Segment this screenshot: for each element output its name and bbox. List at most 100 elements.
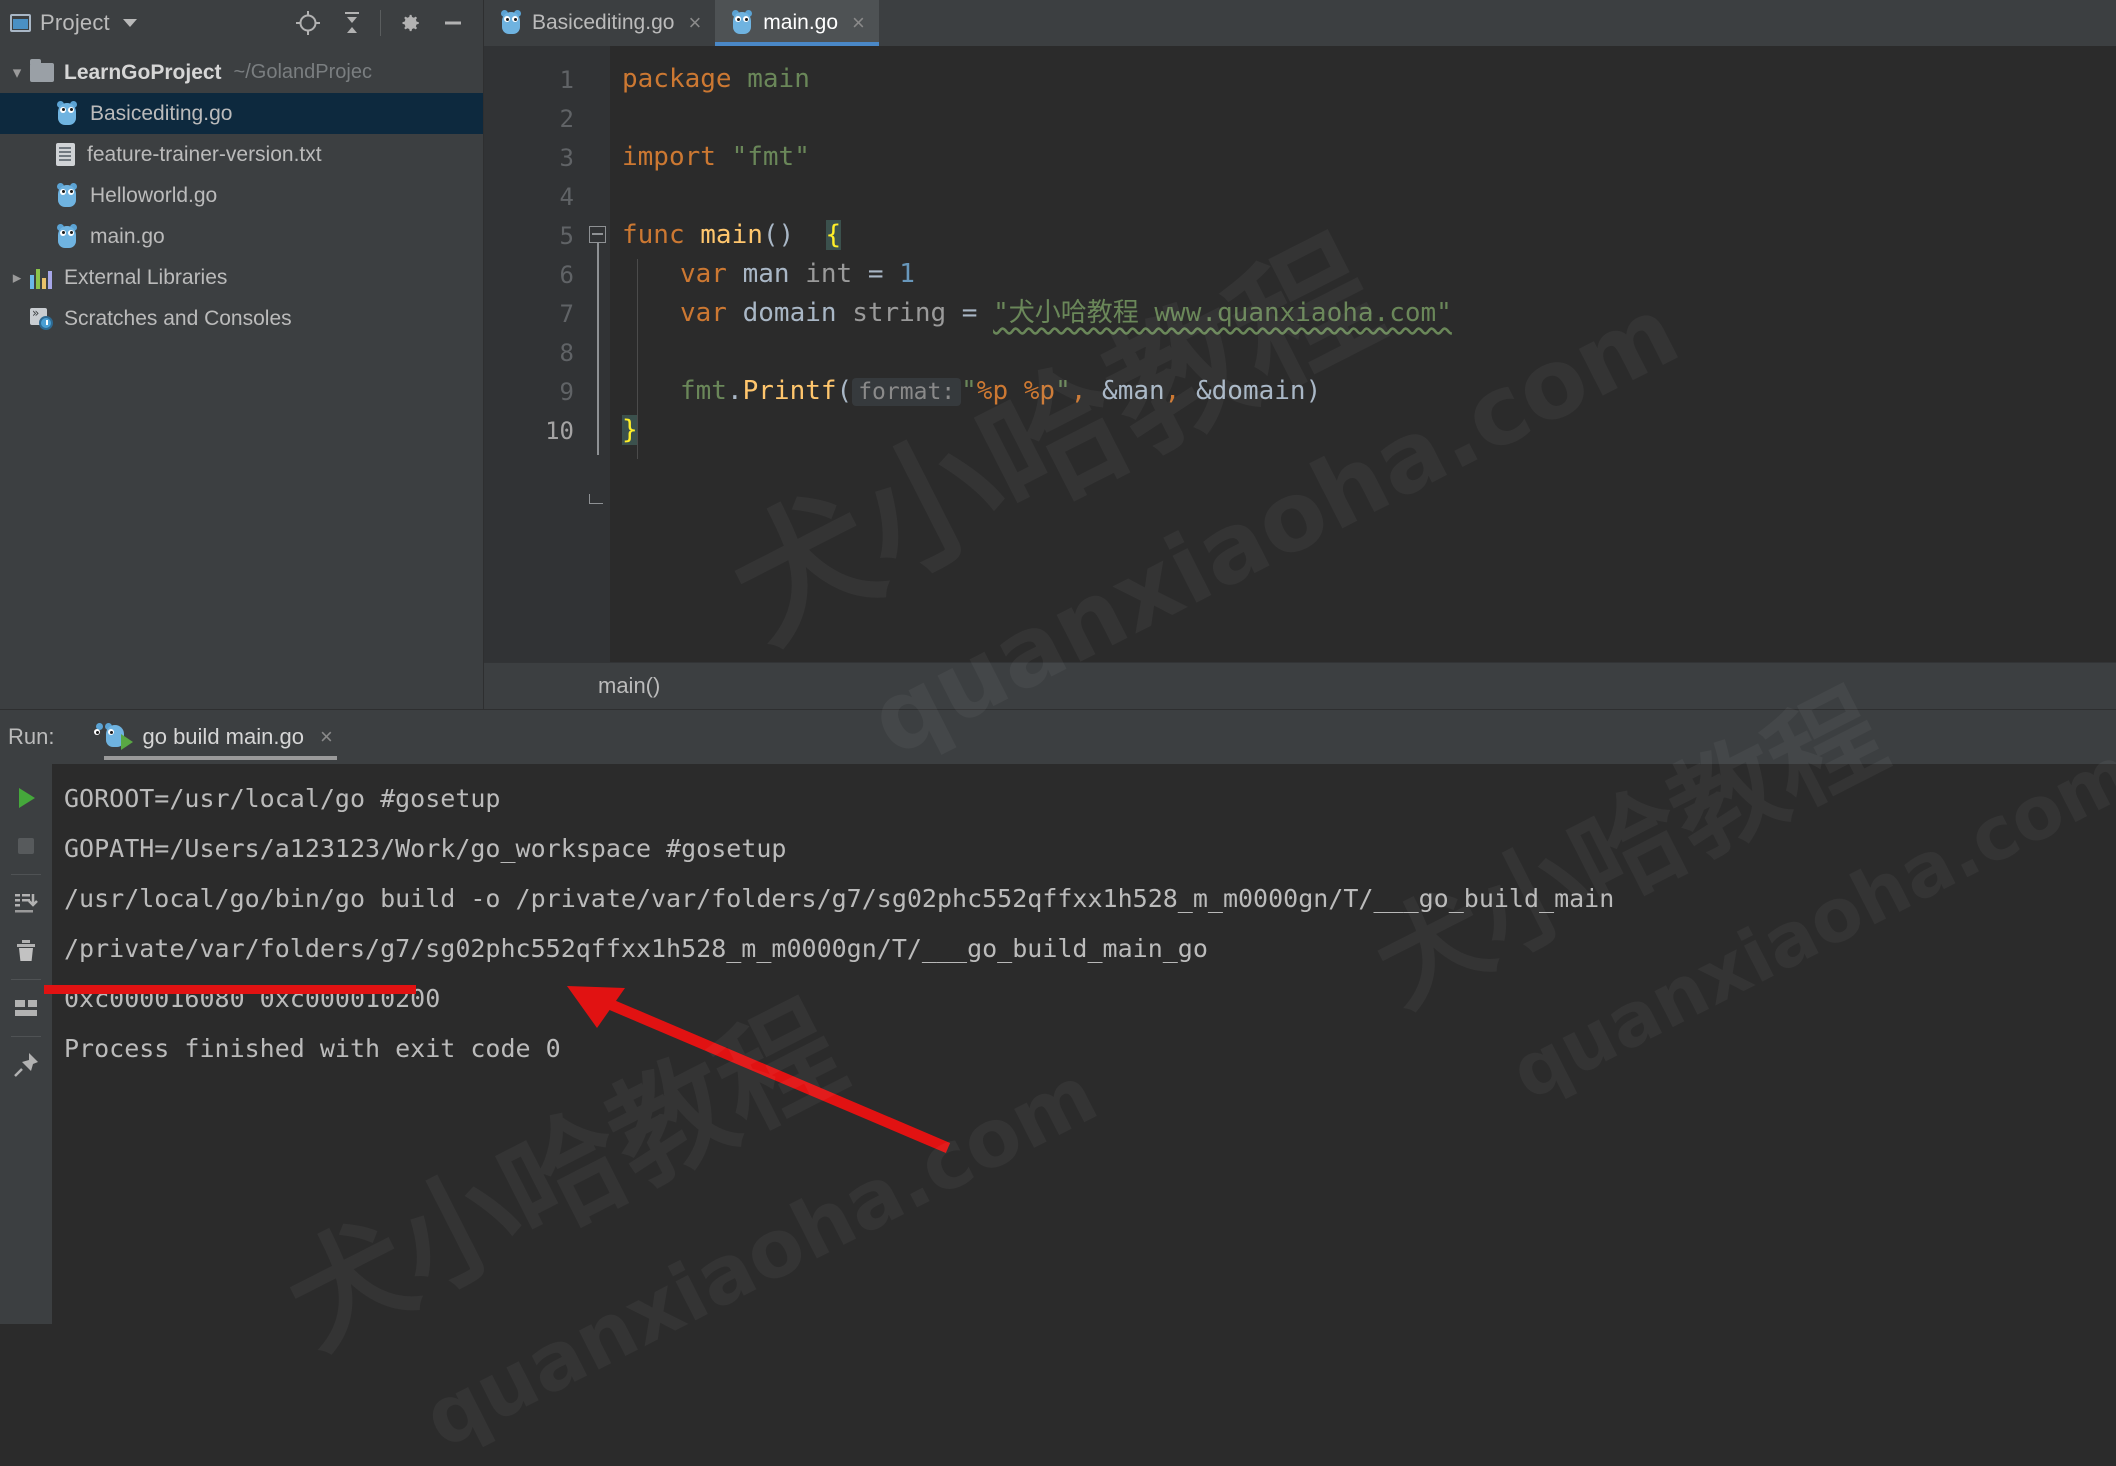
token-argument: &man (1102, 376, 1165, 406)
run-tab-label: go build main.go (142, 724, 304, 749)
parameter-hint: format: (852, 378, 962, 406)
stop-icon[interactable] (4, 822, 48, 870)
locate-icon[interactable] (286, 3, 330, 43)
run-panel-body: GOROOT=/usr/local/go #gosetup GOPATH=/Us… (0, 764, 2116, 1324)
line-number: 5 (484, 216, 610, 255)
token-function-name: main (684, 220, 763, 250)
code-content[interactable]: package main import "fmt" func main() { … (610, 46, 2116, 662)
token-type: int (805, 259, 853, 289)
line-number-text: 5 (559, 221, 574, 250)
go-file-icon (56, 182, 78, 208)
indent-guide (637, 259, 638, 459)
token-comma: , (1070, 376, 1103, 406)
breadcrumb-label: main() (598, 673, 661, 698)
layout-icon[interactable] (4, 984, 48, 1032)
sidebar-item-feature-trainer-version-txt[interactable]: feature-trainer-version.txt (0, 134, 483, 175)
code-folding-column[interactable] (584, 46, 610, 662)
gear-icon[interactable] (387, 3, 431, 43)
rerun-icon[interactable] (4, 774, 48, 822)
tab-main-go[interactable]: main.go × (715, 0, 879, 46)
chevron-down-icon[interactable] (122, 19, 137, 27)
token-comma: , (1164, 376, 1196, 406)
token-number: 1 (899, 259, 915, 289)
trash-icon[interactable] (4, 927, 48, 975)
collapse-all-icon[interactable] (330, 3, 374, 43)
close-icon[interactable]: × (320, 726, 333, 748)
token-keyword: package (622, 64, 732, 94)
line-number: 2 (559, 104, 574, 133)
close-icon[interactable]: × (688, 12, 701, 34)
code-line-6: var man int = 1 (610, 255, 2116, 294)
token-close-brace: } (622, 415, 638, 445)
sidebar-item-label: Helloworld.go (90, 183, 218, 207)
pin-icon[interactable] (4, 1041, 48, 1089)
console-line: /private/var/folders/g7/sg02phc552qffxx1… (64, 934, 1208, 963)
sidebar-item-label: main.go (90, 224, 165, 248)
console-line: /usr/local/go/bin/go build -o /private/v… (64, 884, 1615, 913)
console-line: GOPATH=/Users/a123123/Work/go_workspace … (64, 834, 787, 863)
console-output[interactable]: GOROOT=/usr/local/go #gosetup GOPATH=/Us… (52, 764, 2116, 1324)
sidebar-item-label: External Libraries (64, 265, 228, 289)
minimize-icon[interactable] (431, 3, 475, 43)
sidebar-item-learngoproject[interactable]: ▾ LearnGoProject ~/GolandProjec (0, 52, 483, 93)
fold-collapse-icon[interactable] (589, 226, 606, 455)
token-type: string (852, 298, 947, 328)
line-number: 8 (559, 338, 574, 367)
token-format-verb: %p (976, 376, 1009, 406)
token-dot: . (726, 376, 743, 406)
tab-basicediting-go[interactable]: Basicediting.go × (484, 0, 716, 46)
sidebar-item-path: ~/GolandProjec (233, 61, 372, 83)
toolbar-divider (380, 10, 381, 36)
chevron-down-icon[interactable]: ▾ (4, 63, 30, 83)
tab-label: Basicediting.go (532, 11, 675, 34)
fold-end-icon (589, 494, 603, 504)
console-line-highlighted: 0xc000016080 0xc000010200 (64, 984, 441, 1013)
chevron-right-icon[interactable]: ▸ (4, 268, 30, 288)
token-function-name: Printf (742, 376, 837, 406)
token-open-paren: ( (836, 376, 853, 406)
toolbar-divider (11, 979, 41, 980)
token-quote: " (961, 376, 977, 406)
sidebar-item-external-libraries[interactable]: ▸ External Libraries (0, 257, 483, 298)
tab-label: main.go (763, 11, 839, 34)
sidebar-item-label: Basicediting.go (90, 101, 233, 125)
token-identifier: domain (726, 298, 853, 328)
project-toolbar: Project (0, 0, 484, 46)
code-line-1: package main (610, 60, 2116, 99)
token-argument: &domain (1195, 376, 1306, 406)
line-number: 7 (559, 299, 574, 328)
run-configuration-tab[interactable]: go build main.go × (94, 710, 342, 764)
code-line-5: func main() { (610, 216, 2116, 255)
token-string: "犬小哈教程 www.quanxiaoha.com" (993, 298, 1452, 328)
token-keyword: func (622, 220, 685, 250)
go-file-icon (500, 10, 522, 35)
go-file-icon (731, 10, 753, 35)
folder-icon (30, 59, 54, 82)
scroll-to-end-icon[interactable] (4, 879, 48, 927)
close-icon[interactable]: × (852, 12, 865, 34)
line-number: 6 (559, 260, 574, 289)
code-editor[interactable]: 1 2 3 4 5 6 7 8 9 10 package main import… (484, 46, 2116, 709)
line-number: 3 (559, 143, 574, 172)
editor-tabs: Basicediting.go × main.go × (484, 0, 2116, 46)
code-line-10: } (610, 411, 2116, 450)
token-string: "fmt" (715, 142, 810, 172)
code-line-9: fmt.Printf(format: "%p %p", &man, &domain… (610, 372, 2116, 411)
sidebar-item-basicediting-go[interactable]: Basicediting.go (0, 93, 483, 134)
line-number: 10 (545, 416, 574, 445)
goland-window: Project Basicediting.go × main.go × ▾ Le… (0, 0, 2116, 1466)
token-package-name: main (731, 64, 810, 94)
breadcrumb[interactable]: main() (484, 662, 2116, 709)
go-file-icon (56, 100, 78, 126)
line-number: 9 (559, 377, 574, 406)
run-actions-toolbar (0, 764, 52, 1324)
project-panel-selector[interactable]: Project (10, 10, 137, 36)
sidebar-item-scratches-and-consoles[interactable]: Scratches and Consoles (0, 298, 483, 339)
token-operator: = (946, 298, 994, 328)
top-row: Project Basicediting.go × main.go × (0, 0, 2116, 46)
sidebar-item-main-go[interactable]: main.go (0, 216, 483, 257)
sidebar-item-label: feature-trainer-version.txt (87, 142, 322, 166)
sidebar-item-helloworld-go[interactable]: Helloworld.go (0, 175, 483, 216)
